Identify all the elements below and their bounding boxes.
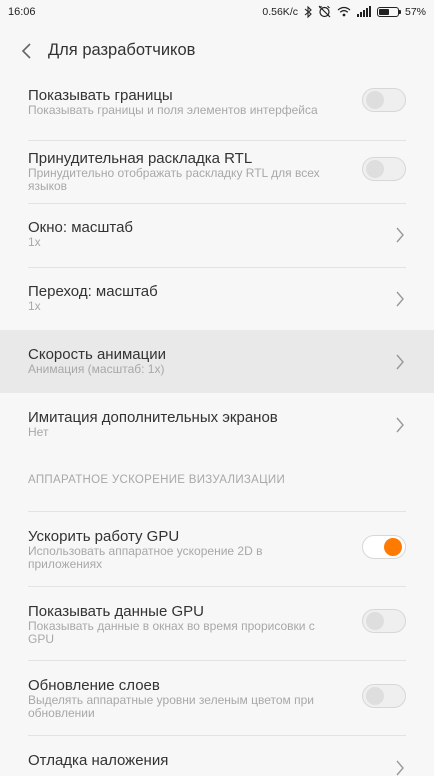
- app-header: Для разработчиков: [0, 24, 434, 80]
- show-hardware-layers-updates-toggle[interactable]: [362, 684, 406, 708]
- section-header: АППАРАТНОЕ УСКОРЕНИЕ ВИЗУАЛИЗАЦИИ: [28, 474, 286, 486]
- wifi-icon: [337, 6, 351, 17]
- section-hardware-accelerated-rendering: АППАРАТНОЕ УСКОРЕНИЕ ВИЗУАЛИЗАЦИИ: [0, 455, 434, 511]
- item-title: Ускорить работу GPU: [28, 528, 180, 545]
- setting-debug-gpu-overdraw[interactable]: Отладка наложения: [0, 736, 434, 776]
- back-arrow-icon[interactable]: [18, 41, 38, 61]
- chevron-right-icon: [396, 227, 404, 243]
- item-subtitle: 1x: [28, 235, 41, 249]
- status-icons: 0.56K/c 57%: [262, 5, 426, 18]
- page-title: Для разработчиков: [48, 41, 196, 59]
- signal-icon: [356, 6, 371, 17]
- chevron-right-icon: [396, 417, 404, 433]
- chevron-right-icon: [396, 354, 404, 370]
- battery-percent: 57%: [404, 5, 426, 18]
- item-subtitle: 1x: [28, 299, 41, 313]
- item-subtitle: Показывать данные в окнах во время прори…: [28, 619, 315, 646]
- item-title: Отладка наложения: [28, 752, 169, 769]
- item-subtitle: Анимация (масштаб: 1x): [28, 362, 165, 376]
- setting-force-gpu-rendering[interactable]: Ускорить работу GPU Использовать аппарат…: [0, 512, 434, 586]
- item-subtitle: Выделять аппаратные уровни зеленым цвето…: [28, 693, 314, 720]
- setting-profile-gpu-rendering[interactable]: Показывать данные GPU Показывать данные …: [0, 587, 434, 660]
- network-speed: 0.56K/c: [262, 5, 298, 18]
- chevron-right-icon: [396, 291, 404, 307]
- item-subtitle: Использовать аппаратное ускорение 2D в п…: [28, 544, 263, 571]
- setting-force-rtl[interactable]: Принудительная раскладка RTL Принудитель…: [0, 141, 434, 203]
- force-rtl-toggle[interactable]: [362, 157, 406, 181]
- chevron-right-icon: [396, 760, 404, 776]
- item-title: Обновление слоев: [28, 677, 160, 694]
- item-title: Имитация дополнительных экранов: [28, 409, 278, 426]
- item-subtitle: Принудительно отображать раскладку RTL д…: [28, 166, 320, 193]
- item-subtitle: Показывать границы и поля элементов инте…: [28, 103, 318, 117]
- setting-animator-duration-scale[interactable]: Скорость анимации Анимация (масштаб: 1x): [0, 330, 434, 393]
- item-title: Скорость анимации: [28, 346, 166, 363]
- battery-level: [378, 8, 389, 15]
- item-title: Переход: масштаб: [28, 283, 158, 300]
- status-time: 16:06: [8, 6, 36, 18]
- profile-gpu-rendering-toggle[interactable]: [362, 609, 406, 633]
- setting-window-animation-scale[interactable]: Окно: масштаб 1x: [0, 204, 434, 267]
- settings-list: Показывать границы Показывать границы и …: [0, 78, 434, 776]
- setting-simulate-secondary-displays[interactable]: Имитация дополнительных экранов Нет: [0, 393, 434, 455]
- item-title: Показывать данные GPU: [28, 603, 204, 620]
- setting-show-layout-bounds[interactable]: Показывать границы Показывать границы и …: [0, 78, 434, 140]
- bluetooth-icon: [304, 5, 312, 18]
- item-title: Окно: масштаб: [28, 219, 134, 236]
- alarm-off-icon: [318, 5, 331, 18]
- setting-transition-animation-scale[interactable]: Переход: масштаб 1x: [0, 268, 434, 330]
- item-title: Показывать границы: [28, 87, 173, 104]
- item-subtitle: Нет: [28, 425, 49, 439]
- setting-show-hardware-layers-updates[interactable]: Обновление слоев Выделять аппаратные уро…: [0, 661, 434, 735]
- status-bar: 16:06 0.56K/c 57%: [0, 0, 434, 24]
- battery-icon: [376, 6, 401, 17]
- item-title: Принудительная раскладка RTL: [28, 150, 253, 167]
- show-layout-bounds-toggle[interactable]: [362, 88, 406, 112]
- force-gpu-rendering-toggle[interactable]: [362, 535, 406, 559]
